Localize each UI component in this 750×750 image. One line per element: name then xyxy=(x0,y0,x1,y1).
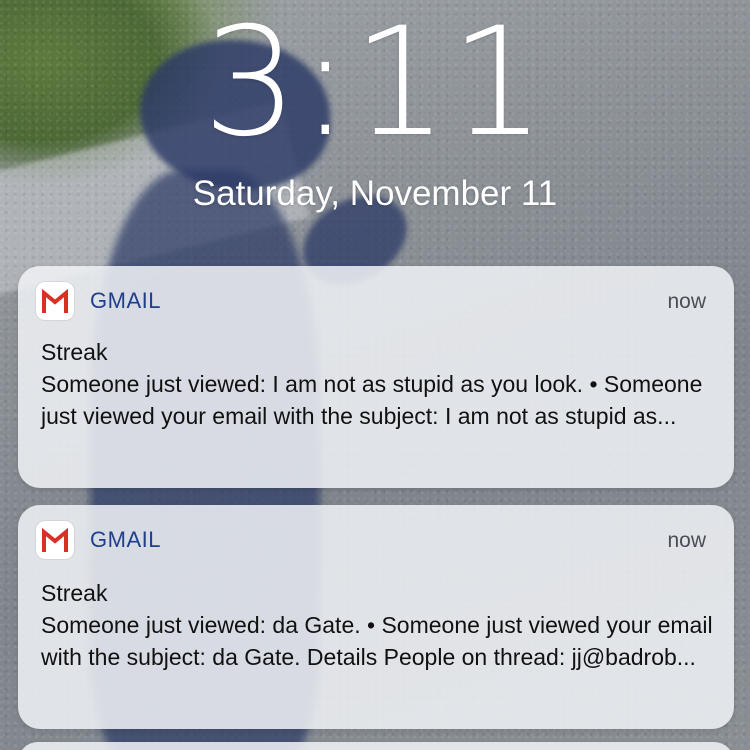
gmail-icon xyxy=(36,521,74,559)
notification-title: Streak xyxy=(41,580,108,606)
lock-clock: 3:11 xyxy=(202,0,548,170)
gmail-icon xyxy=(36,282,74,320)
notification-header: GMAIL now xyxy=(36,521,712,559)
notification-app-name: GMAIL xyxy=(90,527,161,552)
notification-time: now xyxy=(667,529,706,552)
notification-body: Someone just viewed: da Gate. • Someone … xyxy=(41,612,713,670)
notification-card[interactable]: GMAIL now Streak Someone just viewed: da… xyxy=(18,505,734,729)
notification-time: now xyxy=(667,290,706,313)
notification-header: GMAIL now xyxy=(36,282,712,320)
notification-title: Streak xyxy=(41,339,108,365)
notification-card-partial[interactable] xyxy=(18,742,734,750)
lock-screen: 3:11 Saturday, November 11 GMAIL now Str… xyxy=(0,0,750,750)
notification-card[interactable]: GMAIL now Streak Someone just viewed: I … xyxy=(18,266,734,488)
notification-body: Someone just viewed: I am not as stupid … xyxy=(41,371,703,429)
lock-date: Saturday, November 11 xyxy=(192,174,558,213)
notification-app-name: GMAIL xyxy=(90,288,161,313)
